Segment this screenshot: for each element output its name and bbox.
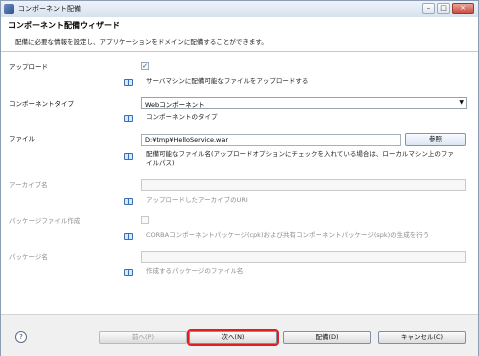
component-type-help: コンポーネントのタイプ [146,113,218,121]
archive-name-help: アップロードしたアーカイブのURI [146,196,248,204]
file-input[interactable]: D:¥tmp¥HelloService.war [141,134,401,146]
dropdown-arrow-icon: ▼ [459,99,464,106]
info-book-icon [124,79,133,86]
info-book-icon [124,115,133,122]
component-type-label: コンポーネントタイプ [9,100,74,108]
close-icon[interactable]: × [452,3,474,14]
info-book-icon [124,153,133,160]
package-create-checkbox[interactable] [141,216,149,224]
browse-button[interactable]: 参照 [405,133,466,146]
upload-help: サーバマシンに配備可能なファイルをアップロードする [146,77,309,85]
wizard-window: コンポーネント配備 – □ × コンポーネント配備ウィザード 配備に必要な情報を… [0,0,479,356]
wizard-title: コンポーネント配備ウィザード [8,21,120,30]
window-title: コンポーネント配備 [18,5,81,13]
deploy-button[interactable]: 配備(D) [283,331,371,344]
archive-name-label: アーカイブ名 [9,181,48,189]
app-icon [4,4,14,14]
next-button[interactable]: 次へ(N) [187,329,279,346]
maximize-icon[interactable]: □ [437,3,450,14]
help-icon[interactable]: ? [15,331,27,343]
upload-checkbox[interactable]: ✓ [141,62,149,70]
file-help-line1: 配備可能なファイル名(アップロードオプションにチェックを入れている場合は、ローカ… [146,150,454,158]
file-help: 配備可能なファイル名(アップロードオプションにチェックを入れている場合は、ローカ… [146,150,466,168]
package-name-label: パッケージ名 [9,253,48,261]
wizard-footer: ? 前へ(P) 次へ(N) 配備(D) キャンセル(C) [1,314,478,356]
upload-label: アップロード [9,63,48,71]
title-bar: コンポーネント配備 – □ × [1,1,478,18]
package-create-help: CORBAコンポーネントパッケージ(cpk)および共有コンポーネントパッケージ(… [146,231,430,239]
cancel-button[interactable]: キャンセル(C) [378,331,466,344]
info-book-icon [124,269,133,276]
package-create-label: パッケージファイル作成 [9,217,81,225]
info-book-icon [124,233,133,240]
package-name-input[interactable] [141,251,466,263]
package-name-help: 作成するパッケージのファイル名 [146,267,244,275]
info-book-icon [124,198,133,205]
component-type-select[interactable]: Webコンポーネント ▼ [141,97,467,109]
minimize-icon[interactable]: – [422,3,435,14]
back-button[interactable]: 前へ(P) [99,331,187,344]
form-area: アップロード ✓ サーバマシンに配備可能なファイルをアップロードする コンポーネ… [1,52,478,314]
wizard-header: コンポーネント配備ウィザード 配備に必要な情報を設定し、アプリケーションをドメイ… [1,17,478,52]
component-type-value: Webコンポーネント [145,101,205,109]
file-label: ファイル [9,135,35,143]
wizard-description: 配備に必要な情報を設定し、アプリケーションをドメインに配備することができます。 [15,38,268,46]
archive-name-input[interactable] [141,179,466,191]
file-help-line2: イルパス) [146,159,175,167]
